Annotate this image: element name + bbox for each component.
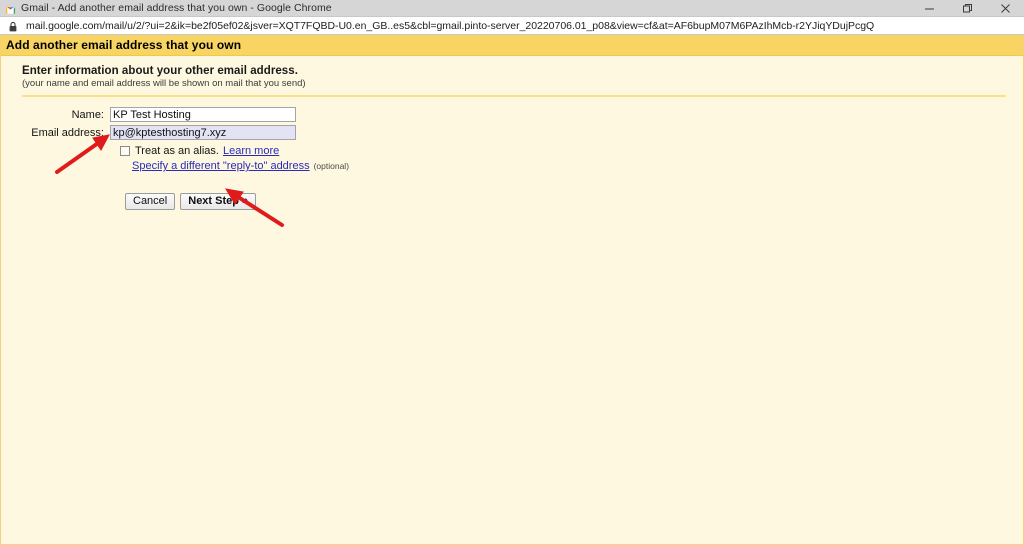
email-address-label: Email address: (31, 126, 104, 139)
treat-as-alias-label: Treat as an alias. (135, 145, 219, 157)
intro-subtext: (your name and email address will be sho… (22, 78, 306, 89)
next-step-button[interactable]: Next Step » (180, 193, 257, 210)
window-controls (910, 0, 1024, 17)
form-actions: Cancel Next Step » (125, 193, 1023, 210)
name-label: Name: (71, 108, 104, 121)
tab-title[interactable]: Gmail - Add another email address that y… (21, 2, 332, 14)
gmail-page: Add another email address that you own E… (0, 35, 1024, 545)
restore-icon[interactable] (948, 0, 986, 17)
browser-title-bar: Gmail - Add another email address that y… (0, 0, 1024, 17)
email-address-input[interactable] (110, 125, 296, 140)
treat-as-alias-checkbox[interactable] (120, 146, 130, 156)
specify-reply-to-link[interactable]: Specify a different "reply-to" address (132, 160, 310, 172)
email-address-form: Name: Email address: Treat as an alias. … (22, 107, 1023, 210)
minimize-icon[interactable] (910, 0, 948, 17)
chrome-browser-window: Gmail - Add another email address that y… (0, 0, 1024, 545)
url-text[interactable]: mail.google.com/mail/u/2/?ui=2&ik=be2f05… (26, 20, 874, 32)
intro-heading: Enter information about your other email… (22, 65, 298, 77)
page-header-bar: Add another email address that you own (1, 35, 1023, 56)
section-divider (22, 95, 1006, 97)
reply-to-row: Specify a different "reply-to" address (… (132, 160, 1023, 172)
alias-row: Treat as an alias. Learn more (116, 144, 1023, 158)
page-title: Add another email address that you own (6, 38, 242, 52)
form-row-email: Email address: (22, 125, 1023, 140)
lock-icon (8, 20, 18, 32)
form-row-name: Name: (22, 107, 1023, 122)
gmail-logo-icon (5, 3, 16, 14)
address-bar[interactable]: mail.google.com/mail/u/2/?ui=2&ik=be2f05… (0, 17, 1024, 35)
name-input[interactable] (110, 107, 296, 122)
close-icon[interactable] (986, 0, 1024, 17)
learn-more-link[interactable]: Learn more (223, 145, 279, 157)
cancel-button[interactable]: Cancel (125, 193, 176, 210)
reply-to-optional-label: (optional) (313, 161, 350, 171)
page-content: Enter information about your other email… (1, 56, 1023, 210)
